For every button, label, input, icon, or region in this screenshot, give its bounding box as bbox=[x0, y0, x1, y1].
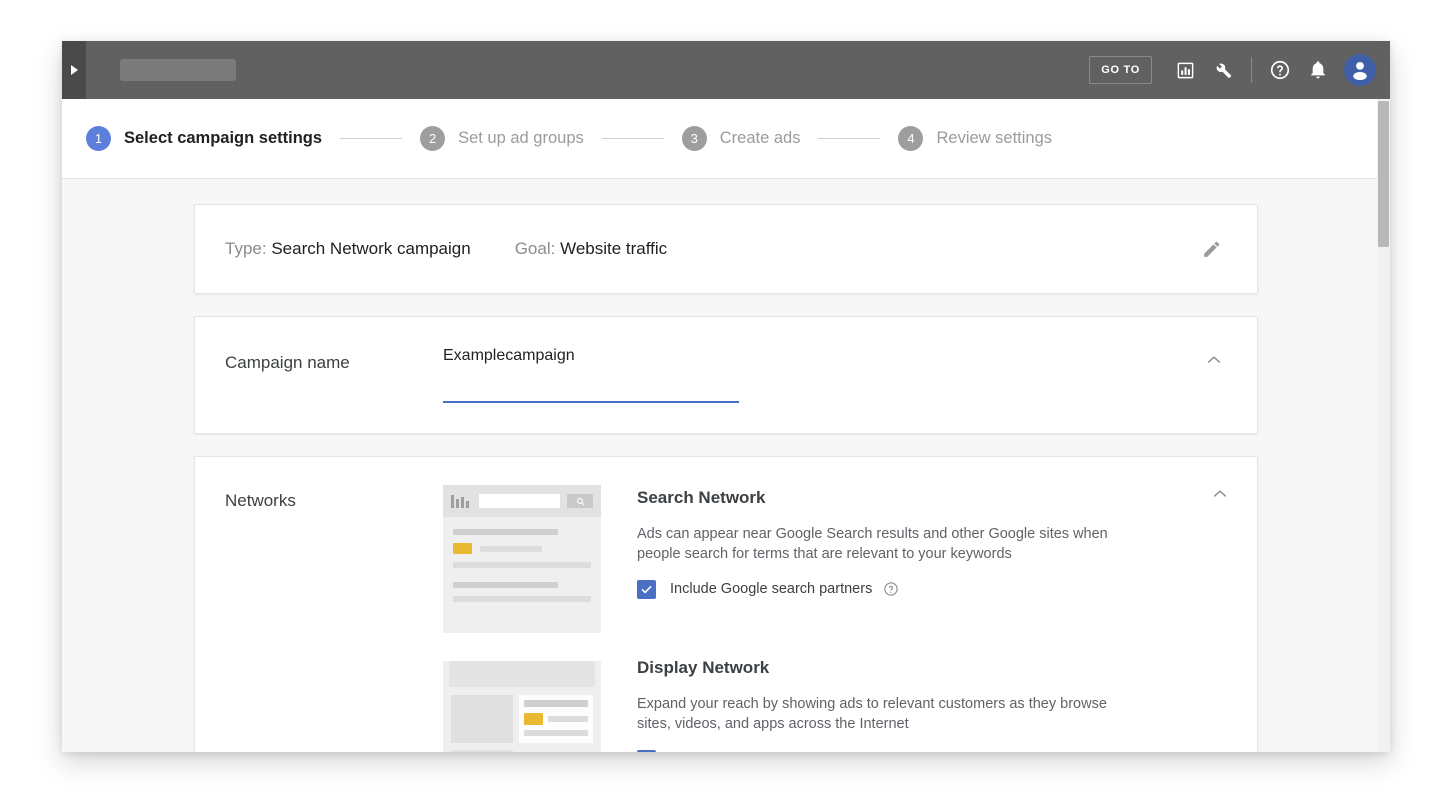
display-network-illustration bbox=[443, 655, 601, 752]
search-partners-row: Include Google search partners bbox=[637, 579, 1227, 599]
header-actions: GO TO bbox=[1089, 41, 1390, 99]
step-number: 3 bbox=[681, 126, 707, 151]
stepper-step-2[interactable]: 2 Set up ad groups bbox=[420, 126, 584, 151]
display-network-title: Display Network bbox=[637, 658, 770, 677]
stepper-step-4[interactable]: 4 Review settings bbox=[898, 126, 1052, 151]
campaign-stepper: 1 Select campaign settings 2 Set up ad g… bbox=[62, 99, 1390, 179]
search-network-illustration bbox=[443, 485, 601, 633]
help-circle-icon[interactable] bbox=[1261, 51, 1299, 89]
display-mock-ad-row bbox=[524, 713, 588, 725]
serp-mock-ad-row bbox=[453, 543, 591, 554]
serp-mock-line bbox=[453, 529, 558, 535]
vertical-scrollbar-thumb[interactable] bbox=[1378, 101, 1389, 247]
chevron-up-icon bbox=[1207, 356, 1221, 363]
pencil-icon bbox=[1204, 241, 1220, 257]
networks-options: Search Network Ads can appear near Googl… bbox=[443, 485, 1227, 752]
search-partners-checkbox[interactable] bbox=[637, 579, 656, 599]
display-mock-content bbox=[451, 695, 513, 743]
main-content: Type: Search Network campaign Goal: Webs… bbox=[62, 179, 1390, 752]
stepper-connector bbox=[601, 138, 664, 139]
campaign-name-input[interactable]: Examplecampaign bbox=[443, 347, 739, 403]
display-network-description: Expand your reach by showing ads to rele… bbox=[637, 696, 1107, 732]
networks-label: Networks bbox=[225, 491, 296, 510]
campaign-goal-label: Goal: bbox=[514, 239, 556, 258]
serp-mock-line bbox=[453, 596, 591, 602]
step-label: Review settings bbox=[936, 129, 1053, 147]
account-name-placeholder bbox=[120, 59, 236, 81]
campaign-goal-value: Website traffic bbox=[560, 239, 668, 258]
search-partners-label: Include Google search partners bbox=[670, 581, 873, 598]
header-divider bbox=[1251, 57, 1252, 83]
stepper-step-1[interactable]: 1 Select campaign settings bbox=[86, 126, 322, 151]
step-number: 1 bbox=[86, 126, 111, 151]
networks-card: Networks Search Network Ads can appear n… bbox=[194, 456, 1258, 752]
edit-campaign-button[interactable] bbox=[1197, 234, 1227, 264]
step-number: 4 bbox=[898, 126, 924, 151]
sidebar-expand-button[interactable] bbox=[62, 41, 86, 99]
ad-badge-icon bbox=[453, 543, 472, 554]
bar-chart-icon[interactable] bbox=[1166, 51, 1204, 89]
campaign-type-value: Search Network campaign bbox=[271, 239, 471, 258]
avatar-icon bbox=[1353, 61, 1367, 81]
campaign-type: Type: Search Network campaign bbox=[225, 239, 471, 259]
display-network-checkbox[interactable] bbox=[637, 749, 656, 752]
serp-mock-results bbox=[443, 517, 601, 622]
serp-mock-searchbar bbox=[443, 485, 601, 517]
display-network-checkbox-row bbox=[637, 749, 1227, 752]
play-arrow-icon bbox=[70, 65, 78, 75]
browser-window: GO TO 1 Select campaign settings 2 Set u… bbox=[62, 41, 1390, 752]
campaign-name-card: Campaign name Examplecampaign bbox=[194, 316, 1258, 434]
serp-mock-search-button bbox=[567, 494, 593, 508]
stepper-connector bbox=[818, 138, 881, 139]
campaign-summary-card: Type: Search Network campaign Goal: Webs… bbox=[194, 204, 1258, 294]
check-icon bbox=[641, 585, 652, 594]
search-network-description: Ads can appear near Google Search result… bbox=[637, 526, 1108, 562]
chevron-up-icon bbox=[1213, 490, 1227, 497]
go-to-button[interactable]: GO TO bbox=[1089, 56, 1152, 84]
campaign-goal: Goal: Website traffic bbox=[515, 239, 667, 259]
wrench-icon[interactable] bbox=[1204, 51, 1242, 89]
serp-mock-line bbox=[480, 545, 542, 552]
serp-mock bbox=[443, 485, 601, 633]
app-header: GO TO bbox=[62, 41, 1390, 99]
display-network-text: Display Network Expand your reach by sho… bbox=[637, 655, 1227, 752]
serp-mock-line bbox=[453, 562, 591, 568]
step-label: Create ads bbox=[719, 129, 801, 147]
display-mock-footer bbox=[451, 750, 513, 752]
display-network-option: Display Network Expand your reach by sho… bbox=[443, 655, 1227, 752]
display-mock-line bbox=[524, 730, 588, 736]
campaign-type-label: Type: bbox=[225, 239, 267, 258]
search-partners-help-icon[interactable] bbox=[883, 581, 899, 597]
collapse-campaign-name-button[interactable] bbox=[1201, 347, 1227, 373]
display-mock-ad-panel bbox=[519, 695, 593, 743]
campaign-name-value[interactable]: Examplecampaign bbox=[443, 347, 739, 365]
step-label: Select campaign settings bbox=[124, 129, 323, 147]
display-mock bbox=[443, 661, 601, 752]
avatar[interactable] bbox=[1344, 54, 1376, 86]
display-mock-header bbox=[449, 661, 595, 687]
search-network-text: Search Network Ads can appear near Googl… bbox=[637, 485, 1227, 633]
serp-mock-line bbox=[453, 582, 558, 588]
stepper-connector bbox=[340, 138, 403, 139]
logo-bars-icon bbox=[451, 494, 471, 508]
stepper-step-3[interactable]: 3 Create ads bbox=[681, 126, 801, 151]
search-icon bbox=[576, 497, 584, 505]
step-label: Set up ad groups bbox=[458, 129, 584, 147]
collapse-networks-button[interactable] bbox=[1207, 481, 1233, 507]
search-network-title: Search Network bbox=[637, 488, 766, 507]
search-network-option: Search Network Ads can appear near Googl… bbox=[443, 485, 1227, 633]
step-number: 2 bbox=[420, 126, 446, 151]
display-mock-line bbox=[548, 716, 588, 722]
display-mock-line bbox=[524, 700, 588, 707]
ad-badge-icon bbox=[524, 713, 543, 725]
campaign-name-label: Campaign name bbox=[225, 353, 350, 372]
display-mock-body bbox=[443, 687, 601, 743]
serp-mock-input bbox=[479, 494, 560, 508]
bell-icon[interactable] bbox=[1299, 51, 1337, 89]
display-network-help-icon[interactable] bbox=[862, 751, 878, 752]
